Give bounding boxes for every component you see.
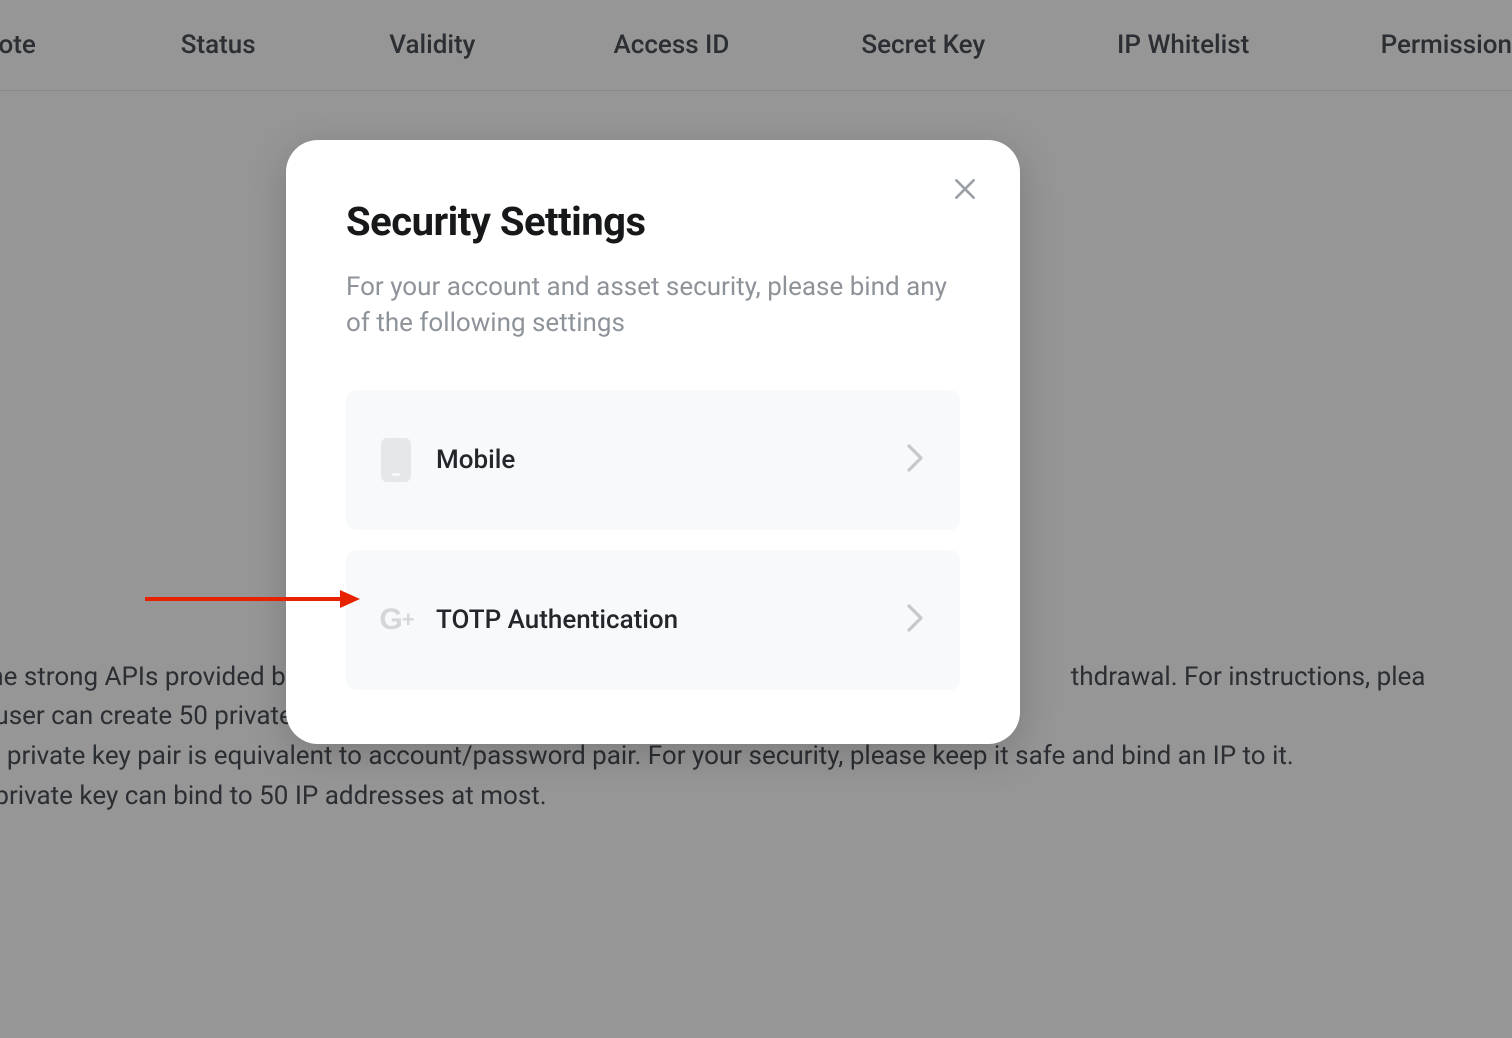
modal-title: Security Settings xyxy=(346,198,960,245)
modal-subtitle: For your account and asset security, ple… xyxy=(346,269,960,342)
option-mobile-label: Mobile xyxy=(436,445,906,475)
chevron-right-icon xyxy=(906,443,924,477)
close-button[interactable] xyxy=(952,176,978,206)
google-plus-icon: G+ xyxy=(374,598,418,642)
option-mobile[interactable]: Mobile xyxy=(346,390,960,530)
security-settings-modal: Security Settings For your account and a… xyxy=(286,140,1020,744)
close-icon xyxy=(952,187,978,206)
option-totp-label: TOTP Authentication xyxy=(436,605,906,635)
mobile-phone-icon xyxy=(374,438,418,482)
option-totp[interactable]: G+ TOTP Authentication xyxy=(346,550,960,690)
chevron-right-icon xyxy=(906,603,924,637)
